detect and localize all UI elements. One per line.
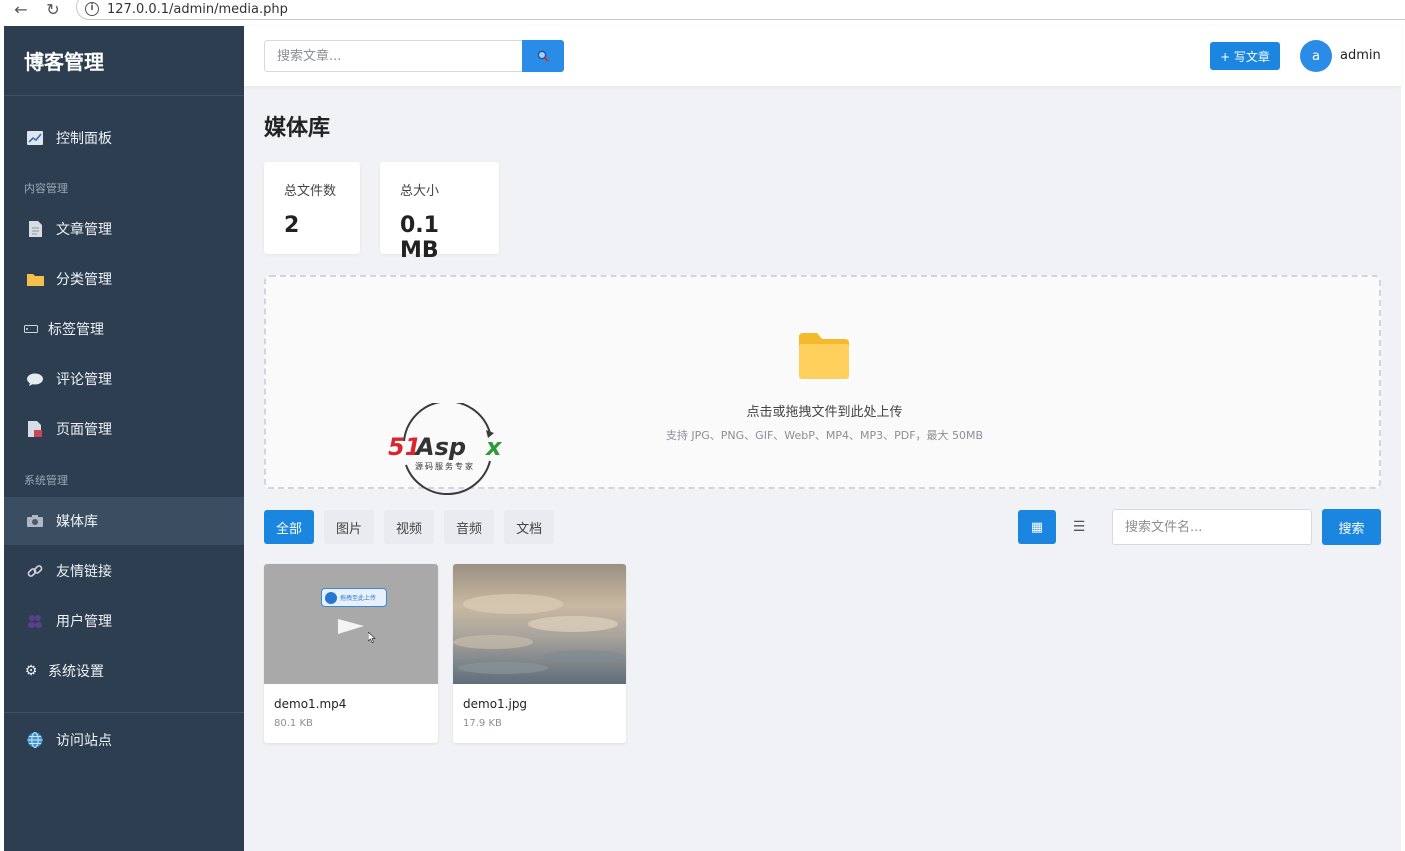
filter-audio[interactable]: 音频	[444, 510, 495, 544]
admin-app: 博客管理 控制面板 内容管理 文章管理 分类管理 标签管理 评论管理 页面管理 …	[4, 26, 1401, 851]
sidebar-divider	[4, 712, 244, 713]
sidebar-item-label: 媒体库	[56, 514, 98, 530]
image-thumbnail[interactable]	[453, 564, 626, 684]
users-icon	[26, 613, 44, 629]
gear-icon: ⚙	[24, 663, 38, 679]
sidebar-item-label: 用户管理	[56, 614, 112, 630]
search-icon	[537, 50, 549, 62]
cursor-icon	[368, 632, 376, 643]
grid-view-button[interactable]: ▦	[1018, 510, 1056, 544]
sidebar-item-label: 访问站点	[56, 733, 112, 749]
play-icon	[338, 619, 364, 634]
sidebar-item-tags[interactable]: 标签管理	[4, 305, 244, 353]
type-filter-tabs: 全部 图片 视频 音频 文档	[264, 510, 555, 544]
tag-icon	[24, 321, 38, 337]
svg-text:Asp: Asp	[414, 433, 466, 461]
chart-icon	[26, 130, 44, 146]
article-search-input[interactable]	[264, 40, 522, 72]
stat-label: 总大小	[400, 184, 440, 199]
sidebar-item-links[interactable]: 友情链接	[4, 547, 244, 595]
file-size: 17.9 KB	[463, 718, 502, 729]
write-post-button[interactable]: + 写文章	[1210, 42, 1280, 70]
cloud-icon	[325, 591, 337, 604]
filter-documents[interactable]: 文档	[504, 510, 555, 544]
avatar[interactable]: a	[1300, 40, 1332, 72]
article-search-button[interactable]	[522, 40, 564, 72]
sidebar-item-label: 分类管理	[56, 272, 112, 288]
sidebar-item-pages[interactable]: 页面管理	[4, 405, 244, 453]
stat-value: 0.1 MB	[400, 213, 439, 263]
sidebar-item-label: 文章管理	[56, 222, 112, 238]
article-search	[264, 40, 564, 72]
sidebar-item-comments[interactable]: 评论管理	[4, 355, 244, 403]
stat-label: 总文件数	[284, 184, 337, 199]
folder-icon	[799, 333, 849, 379]
video-thumbnail[interactable]: 拖拽至此上传	[264, 564, 438, 684]
sidebar-item-dashboard[interactable]: 控制面板	[4, 114, 244, 162]
sidebar-item-posts[interactable]: 文章管理	[4, 205, 244, 253]
folder-icon	[26, 271, 44, 287]
browser-toolbar: ← ↻ i 127.0.0.1/admin/media.php	[0, 0, 1405, 20]
stat-value: 2	[284, 213, 300, 238]
globe-icon	[26, 732, 44, 748]
svg-text:源码服务专家: 源码服务专家	[415, 461, 475, 471]
sidebar-item-label: 友情链接	[56, 564, 112, 580]
filter-all[interactable]: 全部	[264, 510, 315, 544]
landscape-photo	[453, 564, 626, 684]
sidebar-item-label: 标签管理	[48, 322, 104, 338]
sidebar: 博客管理 控制面板 内容管理 文章管理 分类管理 标签管理 评论管理 页面管理 …	[4, 26, 244, 851]
sidebar-item-visit-site[interactable]: 访问站点	[4, 716, 244, 764]
document-icon	[26, 221, 44, 237]
svg-text:x: x	[485, 433, 503, 461]
stat-total-size: 总大小 0.1 MB	[380, 162, 499, 263]
file-name: demo1.jpg	[463, 697, 528, 711]
brand-title: 博客管理	[4, 26, 244, 96]
file-name: demo1.mp4	[274, 697, 347, 711]
upload-dropzone[interactable]: 点击或拖拽文件到此处上传 支持 JPG、PNG、GIF、WebP、MP4、MP3…	[264, 275, 1381, 495]
sidebar-item-label: 系统设置	[48, 664, 104, 680]
section-content-management: 内容管理	[24, 182, 68, 195]
media-card-video[interactable]: 拖拽至此上传 demo1.mp4 80.1 KB	[264, 564, 438, 743]
grid-icon: ▦	[1030, 519, 1044, 535]
upload-badge-text: 拖拽至此上传	[340, 595, 377, 602]
section-system-management: 系统管理	[24, 474, 68, 487]
sidebar-item-users[interactable]: 用户管理	[4, 597, 244, 645]
sidebar-item-label: 评论管理	[56, 372, 112, 388]
page-icon	[26, 421, 44, 437]
media-card-image[interactable]: demo1.jpg 17.9 KB	[453, 564, 626, 743]
username[interactable]: admin	[1340, 48, 1381, 63]
camera-icon	[26, 513, 44, 529]
sidebar-item-settings[interactable]: ⚙ 系统设置	[4, 647, 244, 695]
topbar: + 写文章 a admin	[244, 26, 1401, 86]
sidebar-item-media[interactable]: 媒体库	[4, 497, 244, 545]
list-icon: ☰	[1072, 519, 1086, 535]
stat-total-files: 总文件数 2	[264, 162, 360, 254]
file-size: 80.1 KB	[274, 718, 313, 729]
link-icon	[26, 563, 44, 579]
address-bar[interactable]: i 127.0.0.1/admin/media.php	[76, 0, 1405, 20]
watermark-logo: 51 Asp x 源码服务专家	[388, 403, 503, 495]
file-search-input[interactable]	[1112, 509, 1312, 545]
filter-images[interactable]: 图片	[324, 510, 375, 544]
sidebar-item-label: 控制面板	[56, 131, 112, 147]
sidebar-item-categories[interactable]: 分类管理	[4, 255, 244, 303]
url-text: 127.0.0.1/admin/media.php	[107, 1, 288, 17]
reload-icon[interactable]: ↻	[42, 2, 64, 18]
filter-videos[interactable]: 视频	[384, 510, 435, 544]
site-info-icon[interactable]: i	[85, 2, 99, 16]
upload-badge: 拖拽至此上传	[321, 588, 387, 607]
back-arrow-icon[interactable]: ←	[10, 2, 32, 18]
page-title: 媒体库	[264, 116, 331, 141]
list-view-button[interactable]: ☰	[1060, 510, 1098, 544]
sidebar-item-label: 页面管理	[56, 422, 112, 438]
comment-icon	[26, 371, 44, 387]
file-search-button[interactable]: 搜索	[1322, 509, 1381, 545]
